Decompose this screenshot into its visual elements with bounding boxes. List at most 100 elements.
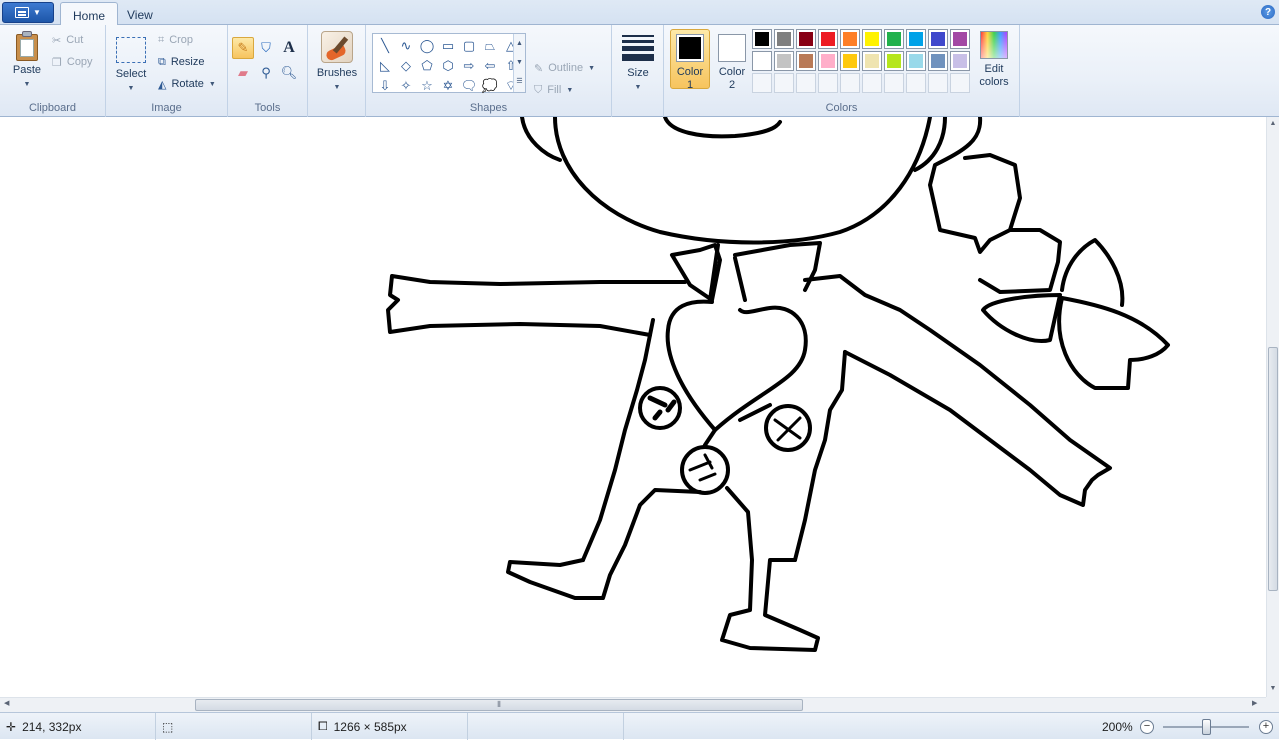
select-button[interactable]: Select ▼ [114, 31, 148, 93]
color-swatch[interactable] [906, 51, 926, 71]
zoom-level: 200% [1102, 720, 1133, 734]
color-swatch[interactable] [774, 51, 794, 71]
size-button[interactable]: Size ▼ [618, 31, 658, 92]
color-swatch[interactable] [950, 51, 970, 71]
custom-color-slot[interactable] [774, 73, 794, 93]
color-swatch[interactable] [752, 29, 772, 49]
color-swatch[interactable] [884, 29, 904, 49]
rotate-button[interactable]: ◭ Rotate ▼ [158, 74, 216, 94]
selection-size-icon: ⬚ [162, 719, 174, 734]
magnifier-icon[interactable]: 🔍︎ [278, 62, 300, 84]
custom-color-slot[interactable] [752, 73, 772, 93]
shape-icon[interactable]: ∿ [396, 36, 416, 55]
heart-body [665, 299, 808, 432]
eraser-icon[interactable]: ▰ [232, 62, 254, 84]
scroll-up-icon[interactable]: ▲ [1267, 120, 1279, 127]
cut-button[interactable]: ✂ Cut [52, 30, 83, 50]
expand-gallery-icon[interactable]: ☰ [514, 72, 525, 91]
shape-icon[interactable]: ▭ [438, 36, 458, 55]
shape-icon[interactable]: ◇ [396, 56, 416, 75]
vertical-scrollbar[interactable]: ▲ ▼ [1266, 117, 1279, 697]
shape-icon[interactable]: ◺ [375, 56, 395, 75]
custom-color-slot[interactable] [884, 73, 904, 93]
scroll-down-icon[interactable]: ▼ [1267, 685, 1279, 692]
shape-icon[interactable]: ╲ [375, 36, 395, 55]
rotate-label: Rotate [171, 78, 204, 90]
horizontal-scroll-thumb[interactable]: ⦀ [195, 699, 803, 711]
fill-button[interactable]: ⛉ Fill ▼ [534, 80, 573, 100]
shapes-gallery[interactable]: ╲ ∿ ◯ ▭ ▢ ⏢ △ ◺ ◇ ⬠ ⬡ ⇨ ⇦ ⇧ ⇩ ✧ ☆ ✡ 🗨 💭 ⌔ ▲ ▼ ☰ [372, 33, 526, 93]
zoom-in-button[interactable]: + [1259, 720, 1273, 734]
color-swatch[interactable] [818, 29, 838, 49]
color-swatch[interactable] [840, 51, 860, 71]
custom-color-slot[interactable] [840, 73, 860, 93]
pencil-icon[interactable]: ✎ [232, 37, 254, 59]
shapes-grid: ╲ ∿ ◯ ▭ ▢ ⏢ △ ◺ ◇ ⬠ ⬡ ⇨ ⇦ ⇧ ⇩ ✧ ☆ ✡ 🗨 💭 ⌔ [375, 36, 521, 95]
color-swatch[interactable] [862, 29, 882, 49]
shape-icon[interactable]: ✡ [438, 76, 458, 95]
color-swatch[interactable] [928, 29, 948, 49]
resize-button[interactable]: ⧉ Resize [158, 52, 204, 72]
zoom-out-button[interactable]: − [1140, 720, 1154, 734]
scroll-left-icon[interactable]: ◀ [4, 699, 9, 707]
tab-view[interactable]: View [115, 2, 165, 26]
outline-button[interactable]: ✎ Outline ▼ [534, 58, 595, 78]
shape-icon[interactable]: ☆ [417, 76, 437, 95]
custom-color-slot[interactable] [906, 73, 926, 93]
color-swatch[interactable] [796, 51, 816, 71]
color-swatch[interactable] [950, 29, 970, 49]
paste-button[interactable]: Paste ▼ [6, 31, 48, 89]
status-bar: ✛ 214, 332px ⬚ ⧠ 1266 × 585px 200% − + [0, 712, 1279, 740]
scroll-right-icon[interactable]: ▶ [1252, 699, 1257, 707]
custom-color-slot[interactable] [950, 73, 970, 93]
crop-button[interactable]: ⌗ Crop [158, 30, 193, 50]
color-swatch[interactable] [884, 51, 904, 71]
color-swatch[interactable] [796, 29, 816, 49]
color1-swatch [676, 34, 704, 62]
edit-colors-button[interactable]: Edit colors [974, 31, 1014, 89]
shape-icon[interactable]: ⬡ [438, 56, 458, 75]
shape-icon[interactable]: ⇨ [459, 56, 479, 75]
color-swatch[interactable] [774, 29, 794, 49]
color-swatch[interactable] [752, 51, 772, 71]
text-icon[interactable]: A [278, 37, 300, 59]
brushes-group: Brushes ▼ [308, 25, 366, 117]
color-picker-icon[interactable]: ⚲ [255, 62, 277, 84]
shapes-scroll[interactable]: ▲ ▼ ☰ [513, 34, 525, 92]
chevron-down-icon: ▼ [566, 86, 574, 94]
custom-color-slot[interactable] [928, 73, 948, 93]
horizontal-scrollbar[interactable]: ◀ ⦀ ▶ [0, 697, 1266, 712]
shape-icon[interactable]: ✧ [396, 76, 416, 95]
shape-icon[interactable]: ⏢ [480, 36, 500, 55]
color-swatch[interactable] [862, 51, 882, 71]
color-swatch[interactable] [906, 29, 926, 49]
tools-grid: ✎ ⛉ A ▰ ⚲ 🔍︎ [232, 37, 300, 84]
custom-color-slot[interactable] [862, 73, 882, 93]
scroll-up-icon[interactable]: ▲ [514, 34, 525, 53]
help-icon[interactable]: ? [1261, 5, 1275, 19]
copy-button[interactable]: ❐ Copy [52, 52, 93, 72]
color1-button[interactable]: Color 1 [670, 29, 710, 91]
zoom-slider-thumb[interactable] [1202, 719, 1211, 735]
custom-color-slot[interactable] [818, 73, 838, 93]
shape-icon[interactable]: ⬠ [417, 56, 437, 75]
color-swatch[interactable] [818, 51, 838, 71]
paint-menu-button[interactable]: ▼ [2, 2, 54, 23]
brushes-button[interactable]: Brushes ▼ [314, 31, 360, 92]
fill-bucket-icon[interactable]: ⛉ [255, 37, 277, 59]
scroll-down-icon[interactable]: ▼ [514, 53, 525, 72]
shape-icon[interactable]: ▢ [459, 36, 479, 55]
drawing-canvas[interactable] [0, 117, 1266, 697]
tab-home[interactable]: Home [60, 2, 119, 26]
shape-icon[interactable]: ⇩ [375, 76, 395, 95]
custom-color-slot[interactable] [796, 73, 816, 93]
edit-colors-label-1: Edit [984, 63, 1004, 75]
color-swatch[interactable] [840, 29, 860, 49]
shape-icon[interactable]: 💭 [480, 76, 500, 95]
vertical-scroll-thumb[interactable] [1268, 347, 1278, 591]
shape-icon[interactable]: ◯ [417, 36, 437, 55]
shape-icon[interactable]: ⇦ [480, 56, 500, 75]
shape-icon[interactable]: 🗨 [459, 76, 479, 95]
color2-button[interactable]: Color 2 [712, 29, 752, 91]
color-swatch[interactable] [928, 51, 948, 71]
